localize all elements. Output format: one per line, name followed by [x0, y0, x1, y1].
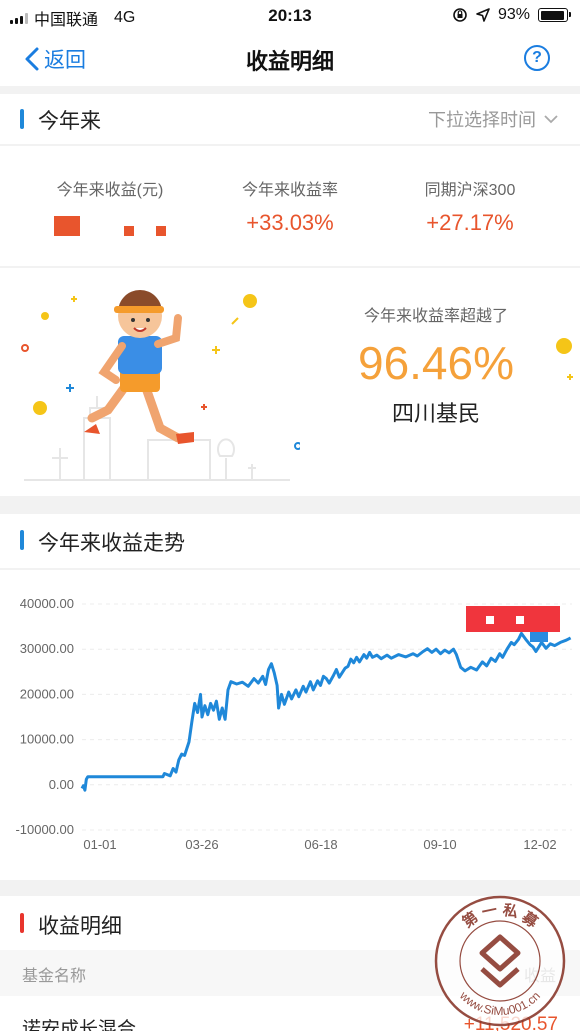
section-accent-bar [20, 109, 24, 129]
y-tick-label: 30000.00 [20, 641, 74, 656]
fund-name: 诺安成长混合 [22, 1019, 137, 1031]
y-tick-label: 20000.00 [20, 686, 74, 701]
ytd-section-title: 今年来 [38, 110, 101, 133]
benchmark-value: +27.17% [426, 210, 514, 235]
column-fund-name: 基金名称 [22, 968, 87, 985]
trend-section-title: 今年来收益走势 [38, 532, 185, 555]
battery-level-fill [540, 10, 564, 20]
masked-overlay [466, 606, 560, 642]
nav-bar: 返回 收益明细 ? [0, 32, 580, 86]
period-select[interactable]: 下拉选择时间 [428, 106, 558, 132]
ytd-income-value-masked [54, 210, 166, 236]
ytd-return-value: +33.03% [246, 210, 334, 235]
status-bar: 中国联通 4G 20:13 93% [0, 0, 580, 32]
section-accent-bar [20, 913, 24, 933]
ytd-return-stat: 今年来收益率 +33.03% [215, 176, 365, 236]
watermark-seal: 第 一 私 募 www.SiMu001.cn [434, 895, 566, 1027]
beat-label: 今年来收益率超越了 [363, 308, 508, 325]
battery-percent: 93% [497, 6, 530, 23]
trend-section-header: 今年来收益走势 [0, 514, 580, 568]
help-button[interactable]: ? [524, 45, 550, 71]
beat-group: 四川基民 [391, 401, 480, 426]
y-tick-label: 0.00 [49, 777, 74, 792]
ytd-return-label: 今年来收益率 [241, 182, 338, 199]
x-tick-label: 03-26 [185, 837, 218, 852]
y-tick-label: 10000.00 [20, 732, 74, 747]
ytd-income-stat: 今年来收益(元) [40, 176, 180, 241]
x-tick-label: 09-10 [423, 837, 456, 852]
x-axis-ticks: 01-01 03-26 06-18 09-10 12-02 [83, 837, 556, 852]
ytd-section-header: 今年来 下拉选择时间 [0, 94, 580, 144]
ytd-stats-card: 今年来收益(元) 今年来收益率 +33.03% 同期沪深300 +27.17% [0, 146, 580, 266]
series-line [80, 631, 572, 792]
y-axis-ticks: 40000.00 30000.00 20000.00 10000.00 0.00 -100… [15, 596, 74, 837]
battery-icon [538, 8, 571, 22]
location-arrow-icon [476, 8, 490, 22]
page-title: 收益明细 [245, 49, 334, 74]
orientation-lock-icon [453, 8, 467, 22]
chevron-down-icon [544, 115, 558, 124]
runner-illustration [21, 290, 300, 481]
detail-section-title: 收益明细 [38, 915, 122, 938]
benchmark-label: 同期沪深300 [424, 182, 516, 199]
status-right: 93% [452, 6, 571, 24]
y-tick-label: 40000.00 [20, 596, 74, 611]
ytd-income-label: 今年来收益(元) [56, 182, 164, 199]
section-accent-bar [20, 530, 24, 550]
period-select-label: 下拉选择时间 [428, 110, 536, 130]
trend-line-chart: 40000.00 30000.00 20000.00 10000.00 0.00 -100… [15, 596, 572, 852]
benchmark-stat: 同期沪深300 +27.17% [395, 176, 545, 236]
chart-grid [82, 603, 572, 831]
y-tick-label: -10000.00 [15, 822, 74, 837]
x-tick-label: 06-18 [304, 837, 337, 852]
x-tick-label: 01-01 [83, 837, 116, 852]
x-tick-label: 12-02 [523, 837, 556, 852]
beat-value: 96.46% [357, 337, 514, 389]
coin-decoration [556, 338, 573, 380]
